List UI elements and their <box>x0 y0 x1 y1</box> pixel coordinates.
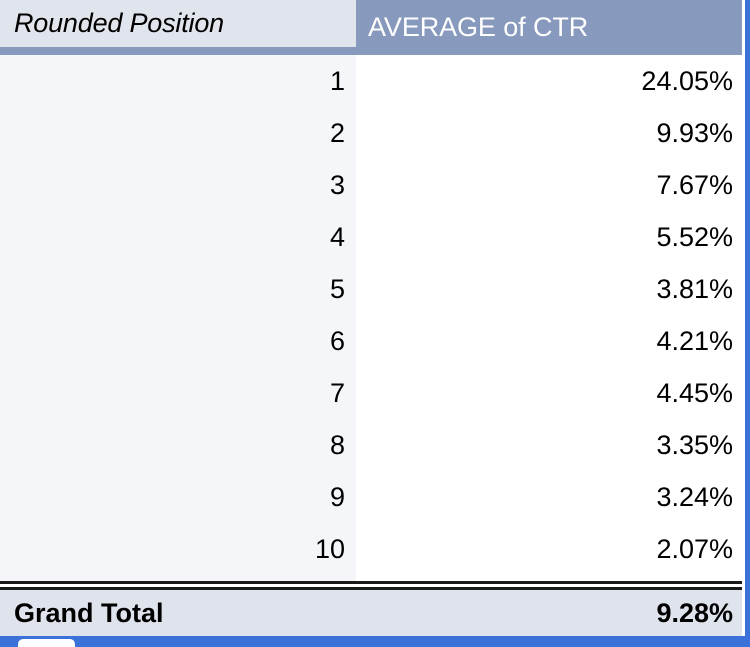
column-header-average-ctr[interactable]: AVERAGE of CTR <box>356 0 742 55</box>
cell-position: 2 <box>329 117 345 148</box>
cell-ctr: 7.67% <box>656 169 733 200</box>
cell-ctr: 3.24% <box>656 481 733 512</box>
cell-position: 8 <box>329 429 345 460</box>
table-row[interactable]: 5 3.81% <box>0 263 742 315</box>
grand-total-value: 9.28% <box>656 597 733 628</box>
cell-ctr: 4.45% <box>656 377 733 408</box>
cell-position: 1 <box>329 65 345 96</box>
cell-ctr: 4.21% <box>656 325 733 356</box>
table-header-row: Rounded Position AVERAGE of CTR <box>0 0 742 56</box>
cell-position: 6 <box>329 325 345 356</box>
header-accent-bar <box>0 47 356 55</box>
cell-ctr: 3.81% <box>656 273 733 304</box>
cell-position: 7 <box>329 377 345 408</box>
cell-ctr: 5.52% <box>656 221 733 252</box>
table-row[interactable]: 2 9.93% <box>0 107 742 159</box>
bottom-edge-accent <box>0 636 750 647</box>
table-row[interactable]: 10 2.07% <box>0 523 742 575</box>
table-row[interactable]: 9 3.24% <box>0 471 742 523</box>
cell-ctr: 9.93% <box>656 117 733 148</box>
cell-position: 9 <box>329 481 345 512</box>
cell-position: 4 <box>329 221 345 252</box>
grand-total-label: Grand Total <box>14 597 164 628</box>
table-row[interactable]: 8 3.35% <box>0 419 742 471</box>
total-divider-upper <box>0 581 742 584</box>
table-row[interactable]: 1 24.05% <box>0 55 742 107</box>
bottom-edge-tab[interactable] <box>18 639 75 647</box>
cell-ctr: 24.05% <box>641 65 733 96</box>
pivot-table-panel: Rounded Position AVERAGE of CTR 1 24.05%… <box>0 0 750 647</box>
cell-ctr: 2.07% <box>656 533 733 564</box>
table-row[interactable]: 4 5.52% <box>0 211 742 263</box>
table-body: 1 24.05% 2 9.93% 3 7.67% 4 5.52% 5 3.81%… <box>0 55 742 582</box>
cell-ctr: 3.35% <box>656 429 733 460</box>
right-edge-accent <box>745 0 750 636</box>
table-row[interactable]: 7 4.45% <box>0 367 742 419</box>
table-row[interactable]: 6 4.21% <box>0 315 742 367</box>
table-rows: 1 24.05% 2 9.93% 3 7.67% 4 5.52% 5 3.81%… <box>0 55 742 575</box>
cell-position: 3 <box>329 169 345 200</box>
cell-position: 10 <box>314 533 345 564</box>
grand-total-row[interactable]: Grand Total 9.28% <box>0 590 742 636</box>
column-header-label-ctr: AVERAGE of CTR <box>368 12 589 42</box>
column-header-label-position: Rounded Position <box>14 8 224 38</box>
column-header-rounded-position[interactable]: Rounded Position <box>0 0 356 47</box>
table-row[interactable]: 3 7.67% <box>0 159 742 211</box>
cell-position: 5 <box>329 273 345 304</box>
